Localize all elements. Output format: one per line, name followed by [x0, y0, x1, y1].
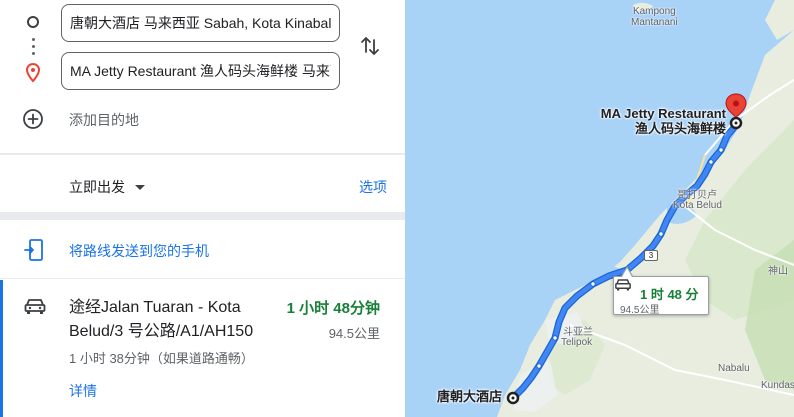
send-to-phone-icon[interactable]: [24, 238, 46, 262]
directions-panel: 添加目的地 立即出发 选项 将路线发送到您的手机 途经Jalan Tuaran …: [0, 0, 405, 417]
place-label-telipok: Telipok: [561, 337, 593, 348]
route-distance: 94.5公里: [328, 326, 380, 341]
map-canvas: [497, 0, 794, 417]
divider: [0, 153, 405, 155]
car-icon: [24, 299, 46, 314]
divider: [0, 278, 405, 279]
route-duration-callout[interactable]: 1 时 48 分 94.5公里: [613, 276, 709, 316]
options-button[interactable]: 选项: [359, 177, 387, 197]
swap-icon[interactable]: [358, 34, 382, 58]
dropdown-arrow-icon: [135, 185, 145, 190]
route-option[interactable]: 途经Jalan Tuaran - Kota Belud/3 号公路/A1/AH1…: [0, 280, 405, 417]
place-label-shenshan: 神山: [768, 266, 788, 277]
route-duration: 1 小时 48分钟: [286, 300, 380, 317]
place-label-kota-belud: Kota Belud: [673, 200, 722, 211]
place-label-kota-belud-cn: 哥打贝卢: [677, 190, 717, 201]
callout-distance: 94.5公里: [620, 305, 660, 316]
route-title: 途经Jalan Tuaran - Kota Belud/3 号公路/A1/AH1…: [69, 299, 254, 340]
add-circle-icon[interactable]: [22, 108, 44, 130]
depart-now-label: 立即出发: [69, 179, 125, 195]
origin-input[interactable]: [70, 15, 331, 31]
send-to-phone-link[interactable]: 将路线发送到您的手机: [69, 241, 209, 261]
map[interactable]: Kampong Mantanani 哥打贝卢 Kota Belud 斗亚兰 Te…: [405, 0, 794, 417]
highway-shield: 3: [644, 250, 658, 261]
depart-now-dropdown[interactable]: 立即出发: [69, 177, 145, 197]
route-typical-duration: 1 小时 38分钟（如果道路通畅）: [69, 351, 254, 366]
callout-tail-inner: [622, 268, 632, 277]
destination-input[interactable]: [70, 63, 331, 79]
add-destination-button[interactable]: 添加目的地: [69, 110, 139, 130]
place-label-nabalu: Nabalu: [718, 363, 750, 374]
origin-circle-icon: [27, 16, 39, 28]
place-label-kundasang: Kundasa: [761, 380, 794, 391]
place-label-tuaran-cn: 斗亚兰: [563, 327, 593, 338]
origin-map-label[interactable]: 唐朝大酒店: [437, 389, 502, 404]
origin-field[interactable]: [61, 4, 340, 42]
divider: [0, 212, 405, 220]
car-icon: [615, 279, 631, 291]
place-label-kampong: Kampong Mantanani: [631, 6, 678, 28]
destination-field[interactable]: [61, 52, 340, 90]
route-details-link[interactable]: 详情: [69, 381, 97, 401]
destination-pin-icon: [25, 63, 41, 83]
destination-map-label[interactable]: MA Jetty Restaurant 渔人码头海鲜楼: [601, 106, 726, 136]
route-dots-icon: [32, 38, 35, 59]
